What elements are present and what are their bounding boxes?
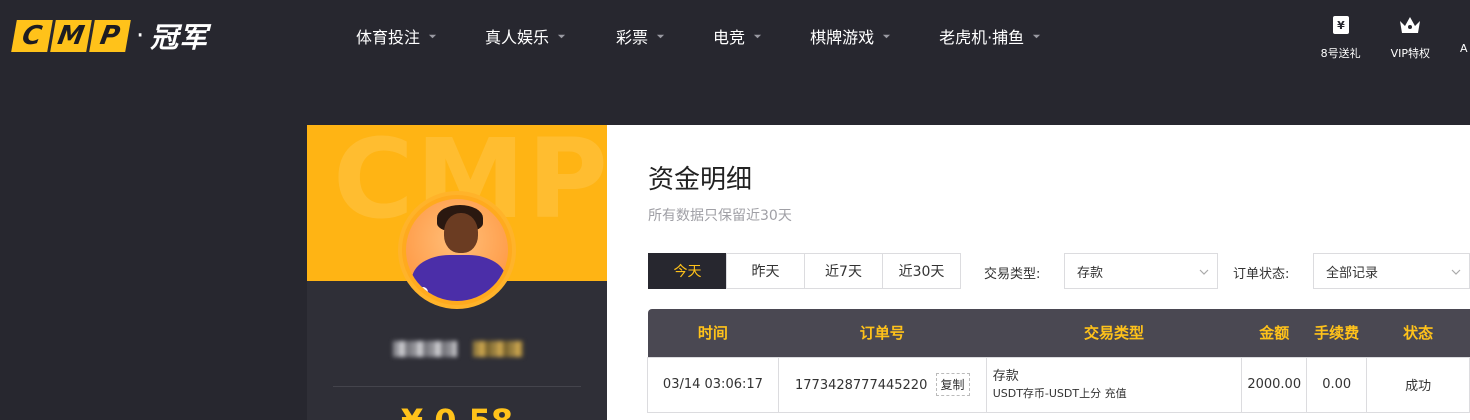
- nav-item-sports[interactable]: 体育投注: [356, 24, 437, 48]
- nav-item-live-casino[interactable]: 真人娱乐: [485, 24, 566, 48]
- order-number: 1773428777445220: [795, 378, 928, 393]
- nav-item-label: 体育投注: [356, 28, 421, 47]
- order-status-select[interactable]: 全部记录: [1313, 253, 1470, 289]
- gift-label: 8号送礼: [1320, 47, 1361, 60]
- overflow-label: A: [1460, 42, 1468, 55]
- logo-text: 冠军: [150, 21, 209, 54]
- chevron-down-icon: [882, 32, 891, 41]
- transaction-type-value: 存款: [1077, 265, 1104, 281]
- nav-item-lottery[interactable]: 彩票: [616, 24, 665, 48]
- nav-item-label: 电竞: [713, 28, 746, 47]
- vip-label: VIP特权: [1390, 47, 1430, 60]
- chevron-down-icon: [656, 32, 665, 41]
- username-blur: [393, 341, 457, 357]
- top-navbar: C M P · 冠军 体育投注 真人娱乐 彩票 电竞 棋牌游戏 老虎机·捕鱼 ¥…: [0, 0, 1470, 80]
- copy-button[interactable]: 复制: [935, 373, 970, 396]
- col-header-time: 时间: [647, 309, 779, 357]
- logo[interactable]: C M P · 冠军: [11, 18, 209, 54]
- date-range-tabs: 今天 昨天 近7天 近30天: [648, 253, 961, 289]
- crown-icon: [1398, 14, 1422, 45]
- tab-last-30-days[interactable]: 近30天: [882, 253, 961, 289]
- chevron-down-icon: [753, 32, 762, 41]
- top-right-links: ¥ 8号送礼 VIP特权 A: [1291, 14, 1470, 61]
- gift-link[interactable]: ¥ 8号送礼: [1321, 14, 1361, 61]
- logo-dot: ·: [136, 21, 145, 51]
- vip-link[interactable]: VIP特权: [1391, 14, 1430, 61]
- cell-time: 03/14 03:06:17: [647, 356, 779, 413]
- transactions-table: 时间 订单号 交易类型 金额 手续费 状态 03/14 03:06:17 177…: [647, 309, 1470, 413]
- table-row: 03/14 03:06:17 1773428777445220 复制 存款 US…: [647, 356, 1470, 413]
- nav-item-esports[interactable]: 电竞: [713, 24, 762, 48]
- chevron-down-icon: [1199, 267, 1209, 277]
- nav-item-label: 彩票: [616, 28, 649, 47]
- type-detail: USDT存币-USDT上分 充值: [992, 386, 1127, 400]
- chevron-down-icon: [1032, 32, 1041, 41]
- cell-order-no: 1773428777445220 复制: [777, 356, 987, 413]
- nav-item-card-games[interactable]: 棋牌游戏: [810, 24, 891, 48]
- table-header-row: 时间 订单号 交易类型 金额 手续费 状态: [647, 309, 1470, 357]
- col-header-type: 交易类型: [986, 309, 1242, 357]
- overflow-link[interactable]: A: [1460, 14, 1470, 61]
- wallet-balance: ¥ 0.58: [307, 401, 607, 420]
- tab-yesterday[interactable]: 昨天: [726, 253, 805, 289]
- status-badge: 成功: [1366, 356, 1470, 413]
- nav-item-label: 老虎机·捕鱼: [939, 28, 1025, 47]
- cell-fee: 0.00: [1306, 356, 1368, 413]
- avatar-image: [406, 199, 508, 301]
- username-blurred: [393, 341, 523, 357]
- tab-last-7-days[interactable]: 近7天: [804, 253, 883, 289]
- col-header-status: 状态: [1366, 309, 1470, 357]
- tab-today[interactable]: 今天: [648, 253, 727, 289]
- fund-details-panel: 资金明细 所有数据只保留近30天 今天 昨天 近7天 近30天 交易类型: 存款…: [607, 125, 1470, 420]
- col-header-order-no: 订单号: [778, 309, 987, 357]
- chevron-down-icon: [428, 32, 437, 41]
- vip-level-blur: [473, 341, 523, 357]
- svg-text:¥: ¥: [1337, 19, 1345, 32]
- chevron-down-icon: [1451, 267, 1461, 277]
- order-status-value: 全部记录: [1326, 265, 1379, 281]
- col-header-amount: 金额: [1241, 309, 1307, 357]
- page-title: 资金明细: [648, 165, 753, 195]
- divider: [333, 386, 581, 387]
- logo-letter-m: M: [50, 20, 92, 52]
- type-main: 存款: [992, 368, 1019, 384]
- transaction-type-label: 交易类型:: [984, 267, 1041, 282]
- nav-item-slots-fishing[interactable]: 老虎机·捕鱼: [939, 24, 1041, 48]
- main-nav: 体育投注 真人娱乐 彩票 电竞 棋牌游戏 老虎机·捕鱼: [356, 24, 1089, 48]
- col-header-fee: 手续费: [1306, 309, 1367, 357]
- cell-type: 存款 USDT存币-USDT上分 充值: [985, 356, 1243, 413]
- nav-item-label: 棋牌游戏: [810, 28, 875, 47]
- order-status-label: 订单状态:: [1233, 267, 1290, 282]
- logo-cmp: C M P: [11, 20, 131, 52]
- chevron-down-icon: [557, 32, 566, 41]
- nav-item-label: 真人娱乐: [485, 28, 550, 47]
- cell-amount: 2000.00: [1241, 356, 1308, 413]
- club-badge-icon: [416, 285, 430, 299]
- logo-letter-p: P: [89, 20, 131, 52]
- avatar[interactable]: [398, 191, 516, 309]
- page-subtitle: 所有数据只保留近30天: [648, 208, 792, 224]
- logo-letter-c: C: [11, 20, 53, 52]
- profile-panel: CMP ¥ 0.58: [307, 125, 607, 420]
- gift-icon: ¥: [1331, 14, 1351, 45]
- transaction-type-select[interactable]: 存款: [1064, 253, 1218, 289]
